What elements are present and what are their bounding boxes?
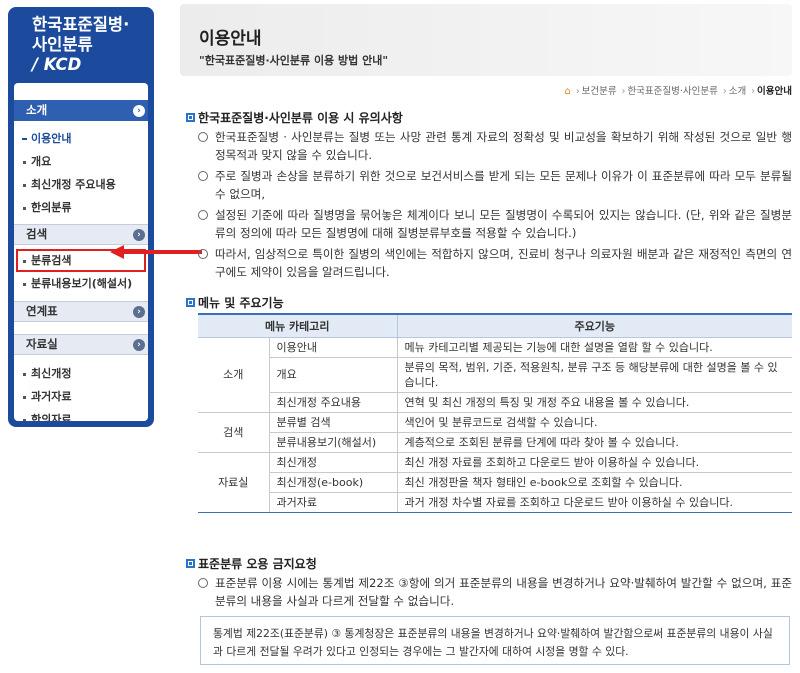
sidebar-section-label: 연계표 — [26, 304, 58, 318]
table-desc-cell: 최신 개정판을 책자 형태인 e-book으로 조회할 수 있습니다. — [396, 472, 792, 493]
sidebar-item-overview[interactable]: 개요 — [14, 150, 148, 173]
table-menu-cell: 분류내용보기(해설서) — [268, 432, 397, 453]
table-menu-cell: 분류별 검색 — [268, 412, 397, 433]
sidebar-section-search[interactable]: 검색 › — [14, 224, 148, 245]
chevron-right-icon: › — [133, 339, 145, 351]
table-menu-cell: 최신개정(e-book) — [268, 472, 397, 493]
sidebar-section-label: 검색 — [26, 227, 48, 241]
chevron-right-icon: › — [133, 105, 145, 117]
table-row: 과거자료 과거 개정 차수별 자료를 조회하고 다운로드 받아 이용하실 수 있… — [198, 492, 792, 513]
sidebar: 한국표준질병· 사인분류 / KCD 소개 › 이용안내 개요 최신개정 주요내… — [8, 7, 154, 427]
sidebar-section-linkage[interactable]: 연계표 › — [14, 301, 148, 322]
caution-list: 한국표준질병 · 사인분류는 질병 또는 사망 관련 통계 자료의 정확성 및 … — [198, 128, 792, 284]
list-item: 주로 질병과 손상을 분류하기 위한 것으로 보건서비스를 받게 되는 모든 문… — [198, 167, 792, 203]
chevron-right-icon: › — [133, 306, 145, 318]
sidebar-section-label: 소개 — [26, 103, 48, 117]
section-title: 한국표준질병·사인분류 이용 시 유의사항 — [198, 111, 403, 125]
brand-title[interactable]: 한국표준질병· 사인분류 / KCD — [32, 15, 129, 75]
table-menu-cell: 최신개정 주요내용 — [268, 392, 397, 413]
table-desc-cell: 최신 개정 자료를 조회하고 다운로드 받아 이용하실 수 있습니다. — [396, 452, 792, 473]
section-heading-menu: 메뉴 및 주요기능 — [186, 294, 284, 311]
table-category: 소개 — [198, 337, 269, 413]
sidebar-item-usage-guide[interactable]: 이용안내 — [14, 127, 148, 150]
section-heading-caution: 한국표준질병·사인분류 이용 시 유의사항 — [186, 109, 403, 126]
table-row: 소개 이용안내 메뉴 카테고리별 제공되는 기능에 대한 설명을 열람 할 수 … — [198, 337, 792, 413]
sidebar-item-latest-revision[interactable]: 최신개정 주요내용 — [14, 173, 148, 196]
table-category: 검색 — [198, 412, 269, 453]
page-banner: 이용안내 "한국표준질병·사인분류 이용 방법 안내" — [180, 4, 792, 76]
table-desc-cell: 분류의 목적, 범위, 기준, 적용원칙, 분류 구조 등 해당분류에 대한 설… — [396, 357, 792, 393]
table-header-category: 메뉴 카테고리 — [198, 313, 397, 338]
misuse-list: 표준분류 이용 시에는 통계법 제22조 ③항에 의거 표준분류의 내용을 변경… — [198, 574, 792, 613]
sidebar-item-archive-latest[interactable]: 최신개정 — [14, 362, 148, 385]
table-menu-cell: 최신개정 — [268, 452, 397, 473]
menu-function-table: 메뉴 카테고리 주요기능 소개 이용안내 메뉴 카테고리별 제공되는 기능에 대… — [198, 313, 792, 513]
sidebar-section-label: 자료실 — [26, 337, 58, 351]
section-square-icon — [186, 113, 195, 122]
table-desc-cell: 색인어 및 분류코드로 검색할 수 있습니다. — [396, 412, 792, 433]
list-item: 표준분류 이용 시에는 통계법 제22조 ③항에 의거 표준분류의 내용을 변경… — [198, 574, 792, 610]
sidebar-section-intro[interactable]: 소개 › — [14, 100, 148, 121]
table-header-function: 주요기능 — [396, 313, 792, 338]
section-square-icon — [186, 298, 195, 307]
sidebar-section-archive[interactable]: 자료실 › — [14, 334, 148, 355]
sidebar-item-archive-korean-medicine[interactable]: 한의자료 — [14, 408, 148, 421]
table-row: 개요 분류의 목적, 범위, 기준, 적용원칙, 분류 구조 등 해당분류에 대… — [198, 357, 792, 393]
brand-line-2: 사인분류 — [32, 35, 93, 54]
table-desc-cell: 과거 개정 차수별 자료를 조회하고 다운로드 받아 이용하실 수 있습니다. — [396, 492, 792, 513]
table-menu-cell: 과거자료 — [268, 492, 397, 513]
table-desc-cell: 메뉴 카테고리별 제공되는 기능에 대한 설명을 열람 할 수 있습니다. — [396, 337, 792, 358]
page-subtitle: "한국표준질병·사인분류 이용 방법 안내" — [199, 54, 389, 67]
table-desc-cell: 연혁 및 최신 개정의 특징 및 개정 주요 내용을 볼 수 있습니다. — [396, 392, 792, 413]
breadcrumb-item[interactable]: 보건분류 — [582, 86, 617, 97]
table-category: 자료실 — [198, 452, 269, 513]
section-square-icon — [186, 559, 195, 568]
chevron-right-icon: › — [133, 229, 145, 241]
list-item: 한국표준질병 · 사인분류는 질병 또는 사망 관련 통계 자료의 정확성 및 … — [198, 128, 792, 164]
sidebar-item-korean-medicine[interactable]: 한의분류 — [14, 196, 148, 219]
home-icon[interactable]: ⌂ — [564, 86, 570, 97]
list-item: 설정된 기준에 따라 질병명을 묶어놓은 체계이다 보니 모든 질병명이 수록되… — [198, 206, 792, 242]
sidebar-item-commentary[interactable]: 분류내용보기(해설서) — [14, 272, 148, 295]
table-row: 최신개정 주요내용 연혁 및 최신 개정의 특징 및 개정 주요 내용을 볼 수… — [198, 392, 792, 413]
breadcrumb-current: 이용안내 — [757, 86, 792, 97]
brand-line-3: / KCD — [32, 55, 82, 74]
section-title: 표준분류 오용 금지요청 — [198, 557, 317, 571]
table-row: 최신개정(e-book) 최신 개정판을 책자 형태인 e-book으로 조회할… — [198, 472, 792, 493]
table-menu-cell: 이용안내 — [268, 337, 397, 358]
breadcrumb-item[interactable]: 한국표준질병·사인분류 — [627, 86, 717, 97]
sidebar-item-archive-past[interactable]: 과거자료 — [14, 385, 148, 408]
section-heading-misuse: 표준분류 오용 금지요청 — [186, 555, 317, 572]
table-desc-cell: 계층적으로 조회된 분류를 단계에 따라 찾아 볼 수 있습니다. — [396, 432, 792, 453]
page-title: 이용안내 — [199, 29, 262, 49]
table-row: 자료실 최신개정 최신 개정 자료를 조회하고 다운로드 받아 이용하실 수 있… — [198, 452, 792, 513]
brand-line-1: 한국표준질병· — [32, 15, 130, 34]
table-menu-cell: 개요 — [268, 357, 397, 393]
table-row: 검색 분류별 검색 색인어 및 분류코드로 검색할 수 있습니다. — [198, 412, 792, 453]
table-row: 분류내용보기(해설서) 계층적으로 조회된 분류를 단계에 따라 찾아 볼 수 … — [198, 432, 792, 453]
red-arrow-icon — [110, 245, 202, 259]
breadcrumb-item[interactable]: 소개 — [729, 86, 746, 97]
law-notice-box: 통계법 제22조(표준분류) ③ 통계청장은 표준분류의 내용을 변경하거나 요… — [200, 616, 790, 665]
section-title: 메뉴 및 주요기능 — [198, 296, 284, 310]
list-item: 따라서, 임상적으로 특이한 질병의 색인에는 적합하지 않으며, 진료비 청구… — [198, 245, 792, 281]
breadcrumb: ⌂ › 보건분류 › 한국표준질병·사인분류 › 소개 › 이용안내 — [564, 86, 792, 97]
